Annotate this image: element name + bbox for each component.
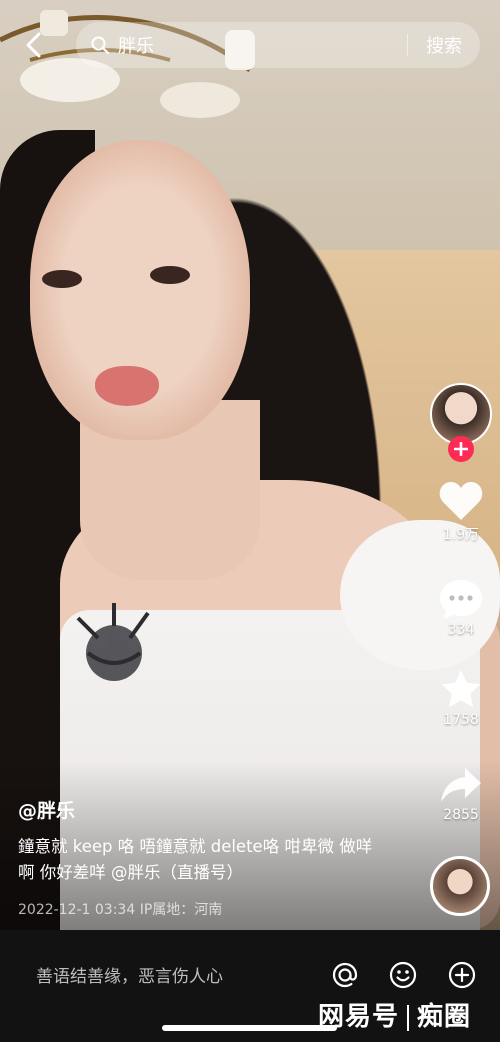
comment-icon [440,580,482,619]
watermark: 网易号 痴圈 [318,996,471,1033]
right-eye [150,266,190,284]
heart-icon [439,482,483,520]
watermark-source: 网易号 [318,1002,400,1032]
like-button[interactable]: 1.9万 [431,480,491,544]
post-meta: 2022-12-1 03:34 IP属地：河南 [18,902,223,918]
search-input[interactable]: 胖乐 [118,32,407,58]
home-indicator[interactable] [162,1025,337,1031]
mention-button[interactable] [328,958,362,992]
left-eye [42,270,82,288]
at-icon [332,962,358,988]
share-icon [441,768,481,802]
star-icon [441,670,481,708]
favorite-button[interactable]: 1758 [431,668,491,728]
video-player[interactable] [0,0,500,930]
plus-icon [448,961,476,989]
watermark-separator [407,1004,410,1031]
rose-tattoo [76,603,150,681]
comment-input[interactable]: 善语结善缘，恶言伤人心 [36,962,223,987]
emoji-icon [389,961,417,989]
back-button[interactable] [18,30,48,60]
like-count: 1.9万 [442,527,480,543]
lips [95,366,159,406]
post-caption: 鐘意就 keep 咯 唔鐘意就 delete咯 咁卑微 做咩啊 你好差咩 @胖乐… [18,837,373,882]
comment-count: 334 [447,622,475,638]
search-button[interactable]: 搜索 [408,32,480,58]
back-arrow-icon [26,32,41,58]
share-count: 2855 [443,807,479,823]
watermark-channel: 痴圈 [417,1002,472,1032]
music-disc[interactable] [430,856,490,916]
favorite-count: 1758 [443,712,479,728]
search-bar[interactable]: 胖乐 搜索 [76,22,480,68]
add-button[interactable] [445,958,479,992]
share-button[interactable]: 2855 [431,765,491,823]
search-icon [90,34,112,56]
author-name[interactable]: @胖乐 [18,796,75,823]
emoji-button[interactable] [386,958,420,992]
follow-button[interactable] [448,436,474,462]
plus-icon [454,442,468,456]
comment-button[interactable]: 334 [431,578,491,638]
